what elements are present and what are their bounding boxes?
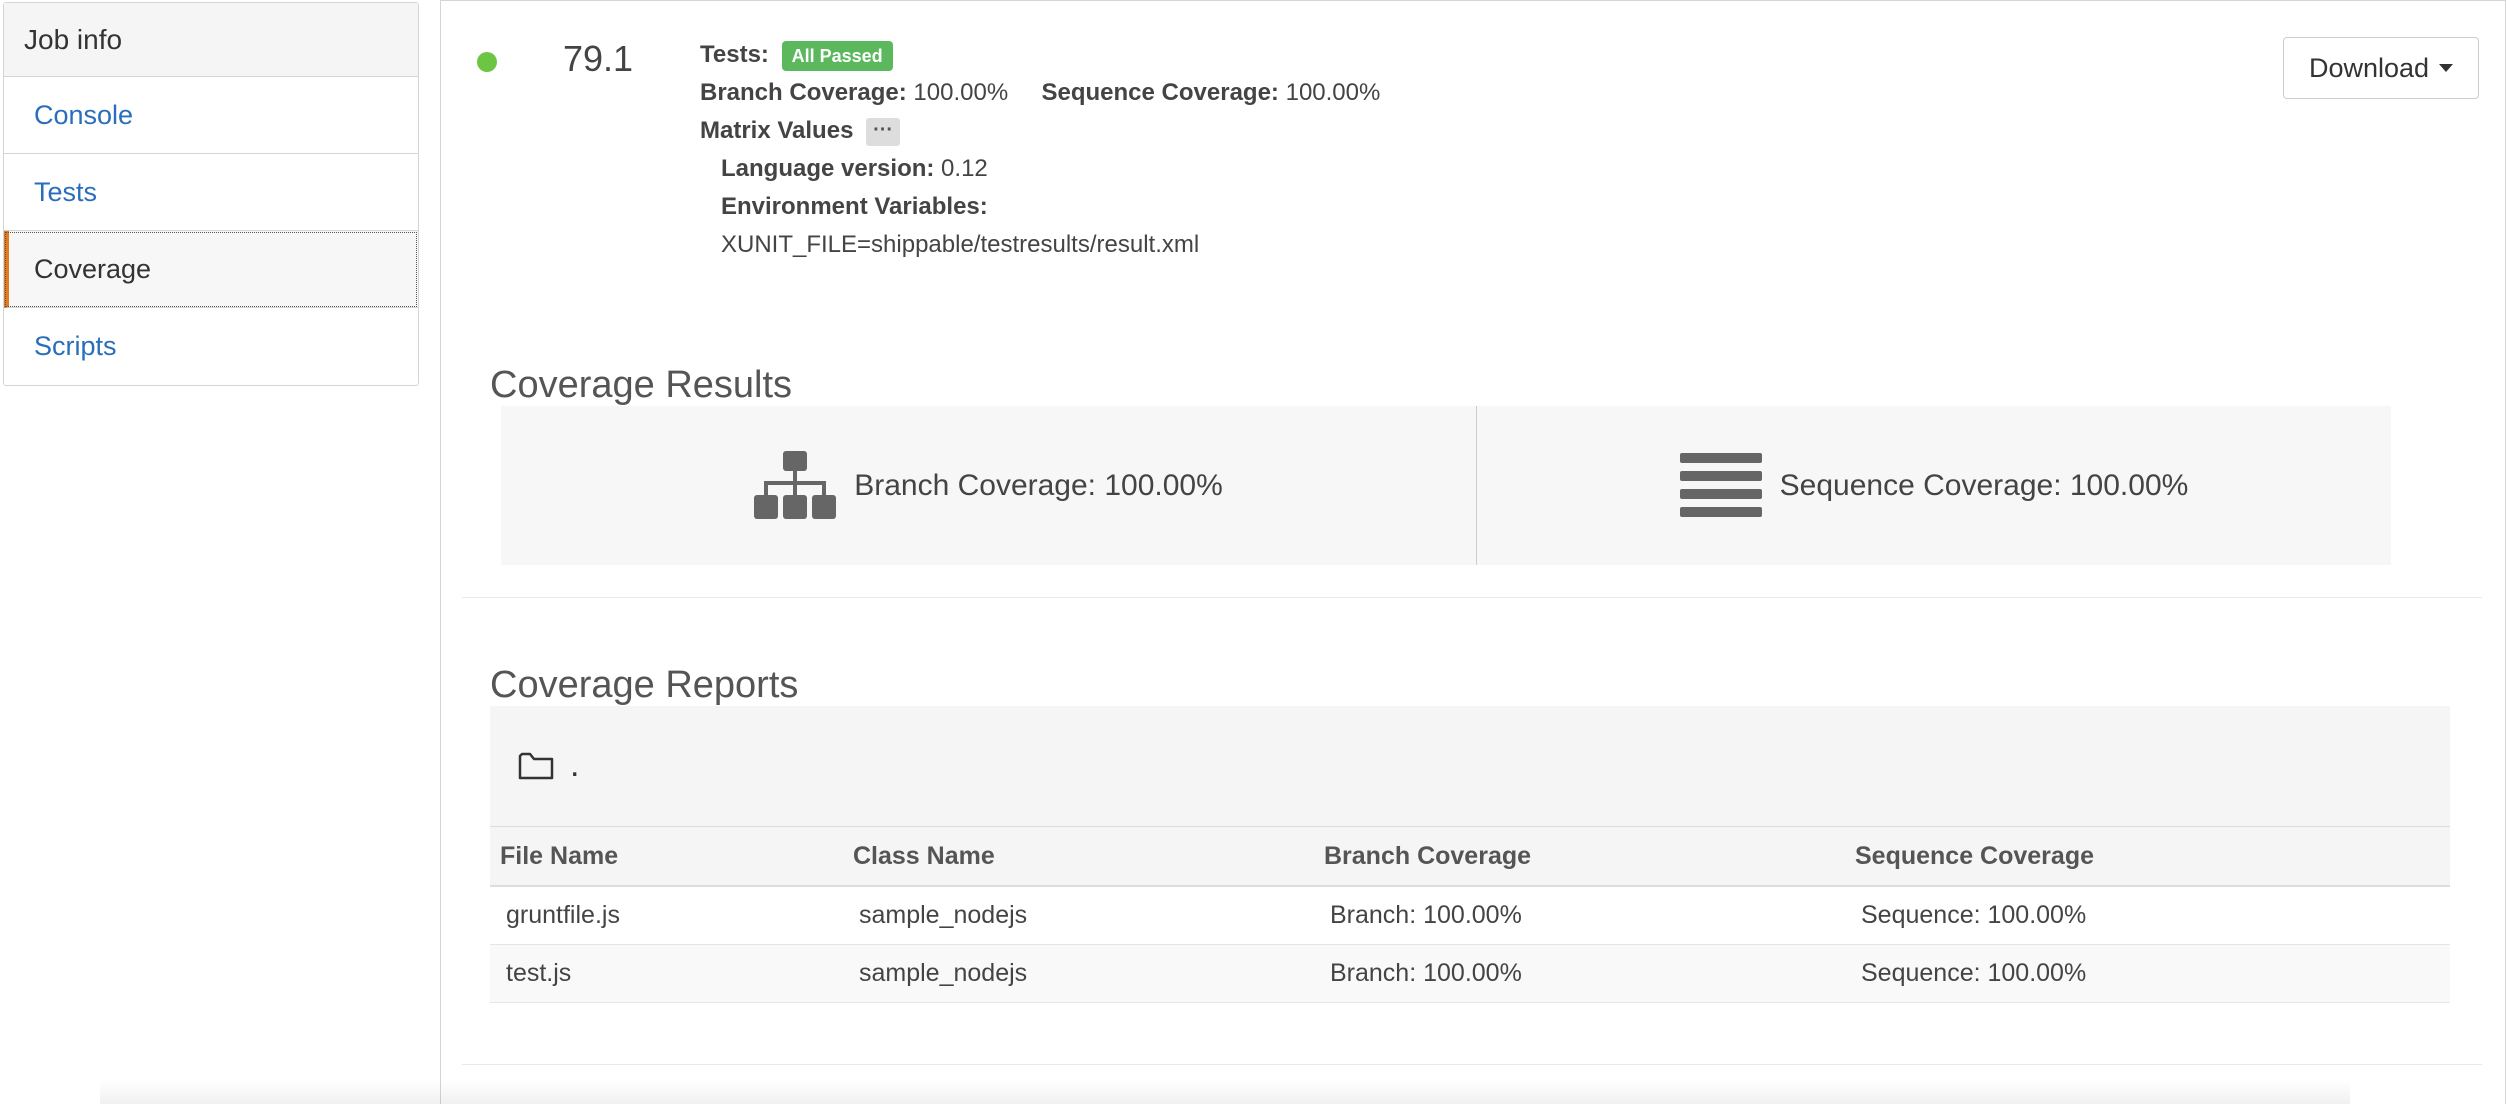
status-dot-icon: [477, 52, 497, 72]
section-divider: [462, 1064, 2482, 1065]
sidebar-title: Job info: [4, 3, 418, 77]
tests-label: Tests:: [700, 41, 769, 68]
cell-branch-coverage: Branch: 100.00%: [1314, 944, 1845, 1003]
section-divider: [462, 597, 2482, 598]
language-version-value: 0.12: [941, 155, 988, 182]
branch-coverage-summary-text: Branch Coverage: 100.00%: [854, 468, 1223, 502]
cell-sequence-coverage: Sequence: 100.00%: [1845, 944, 2450, 1003]
folder-name: .: [570, 746, 580, 784]
cell-branch-coverage: Branch: 100.00%: [1314, 886, 1845, 945]
job-number: 79.1: [563, 38, 634, 79]
column-header-file-name[interactable]: File Name: [490, 826, 843, 887]
bottom-shadow: [100, 1080, 2350, 1104]
folder-row[interactable]: .: [518, 746, 579, 785]
table-row: test.js sample_nodejs Branch: 100.00% Se…: [490, 944, 2450, 1003]
sidebar-item-console[interactable]: Console: [4, 77, 418, 154]
sidebar-item-scripts[interactable]: Scripts: [4, 308, 418, 385]
matrix-values-label: Matrix Values: [700, 117, 854, 144]
download-button[interactable]: Download: [2283, 37, 2479, 99]
column-header-branch-coverage[interactable]: Branch Coverage: [1314, 826, 1845, 887]
language-version-label: Language version:: [721, 155, 935, 182]
job-info-sidebar: Job info Console Tests Coverage Scripts: [3, 2, 419, 386]
sitemap-icon: [754, 450, 837, 519]
cell-file-name[interactable]: gruntfile.js: [490, 886, 843, 945]
job-details: Tests: All Passed Branch Coverage: 100.0…: [700, 36, 1380, 264]
coverage-reports-table: File Name Class Name Branch Coverage Seq…: [490, 826, 2450, 1003]
list-lines-icon: [1679, 452, 1762, 517]
branch-coverage-label: Branch Coverage:: [700, 79, 907, 106]
cell-sequence-coverage: Sequence: 100.00%: [1845, 886, 2450, 945]
folder-icon: [518, 752, 554, 779]
coverage-reports-panel: . File Name Class Name Branch Coverage S…: [490, 706, 2450, 1003]
matrix-expand-button[interactable]: ···: [866, 117, 901, 146]
branch-coverage-summary: Branch Coverage: 100.00%: [501, 406, 1477, 565]
coverage-results-panel: Branch Coverage: 100.00% Sequence Covera…: [501, 406, 2391, 565]
environment-variables-value: XUNIT_FILE=shippable/testresults/result.…: [721, 231, 1200, 258]
environment-variables-label: Environment Variables:: [721, 193, 988, 220]
caret-down-icon: [2439, 64, 2454, 72]
sequence-coverage-summary-text: Sequence Coverage: 100.00%: [1779, 468, 2189, 502]
sequence-coverage-label: Sequence Coverage:: [1041, 79, 1279, 106]
coverage-results-title: Coverage Results: [490, 364, 793, 406]
sequence-coverage-summary: Sequence Coverage: 100.00%: [1477, 406, 2391, 565]
coverage-reports-title: Coverage Reports: [490, 664, 799, 706]
tests-status-badge: All Passed: [781, 40, 893, 71]
column-header-sequence-coverage[interactable]: Sequence Coverage: [1845, 826, 2450, 887]
download-button-label: Download: [2308, 52, 2430, 83]
cell-class-name: sample_nodejs: [843, 886, 1314, 945]
table-row: gruntfile.js sample_nodejs Branch: 100.0…: [490, 886, 2450, 945]
sidebar-item-coverage[interactable]: Coverage: [4, 231, 418, 308]
branch-coverage-value: 100.00%: [913, 79, 1009, 106]
table-header-row: File Name Class Name Branch Coverage Seq…: [490, 826, 2450, 887]
column-header-class-name[interactable]: Class Name: [843, 826, 1314, 887]
cell-class-name: sample_nodejs: [843, 944, 1314, 1003]
sidebar-item-tests[interactable]: Tests: [4, 154, 418, 231]
matrix-values-block: Language version: 0.12 Environment Varia…: [700, 150, 1380, 264]
sequence-coverage-value: 100.00%: [1285, 79, 1381, 106]
cell-file-name[interactable]: test.js: [490, 944, 843, 1003]
